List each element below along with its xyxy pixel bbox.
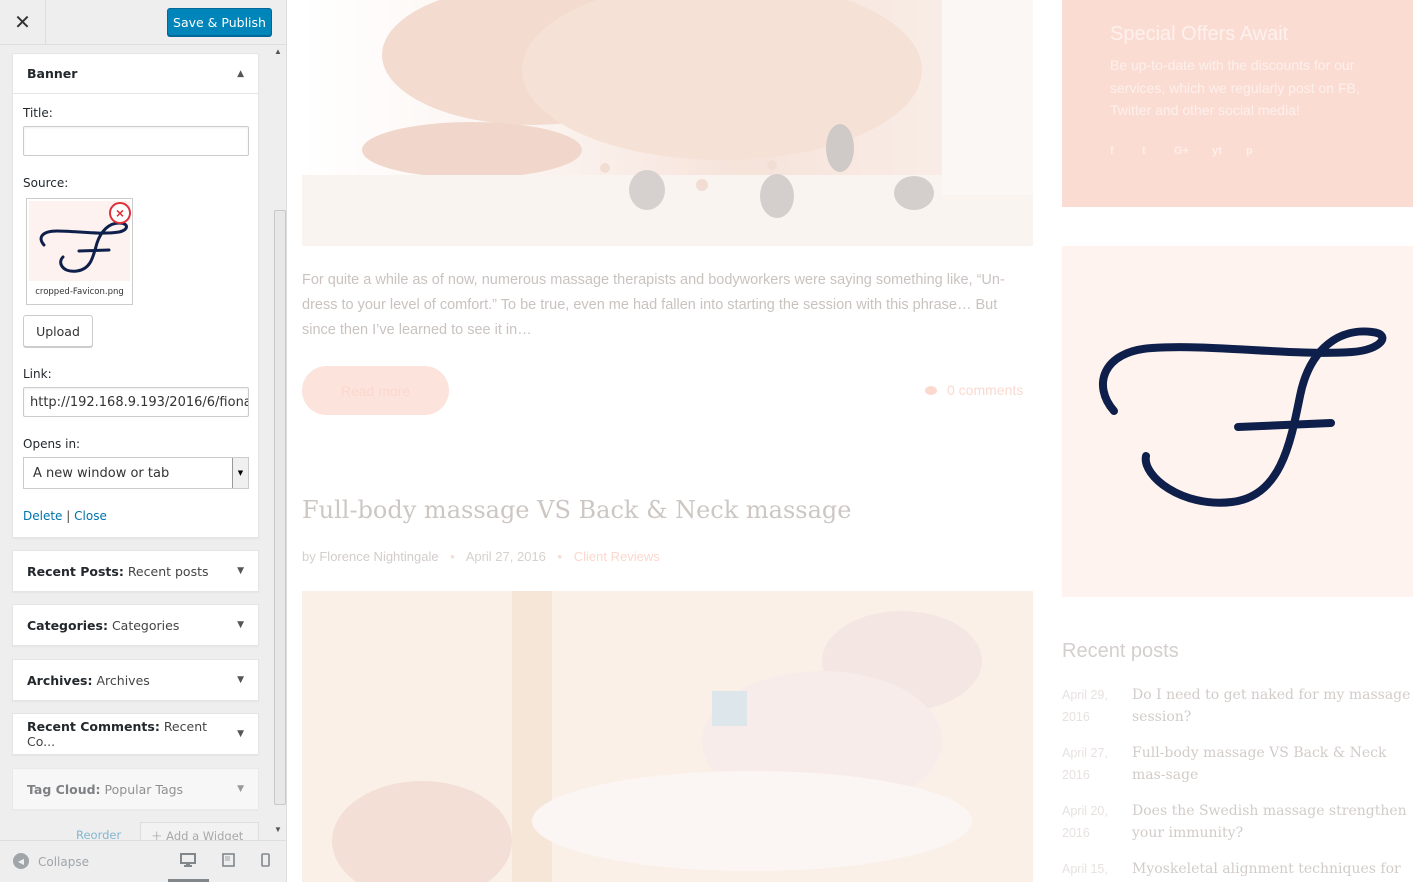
meta-author[interactable]: Florence Nightingale — [319, 549, 438, 564]
customizer-panel: ✕ Save & Publish Banner ▲ Title: Source:… — [0, 0, 287, 882]
opens-in-label: Opens in: — [23, 437, 81, 451]
mobile-preview-icon[interactable] — [261, 853, 270, 871]
expand-arrow-icon[interactable]: ▼ — [237, 620, 244, 630]
banner-widget-actions: Delete | Close — [23, 509, 107, 523]
close-icon[interactable]: ✕ — [0, 0, 46, 45]
meta-dot: • — [450, 549, 455, 564]
recent-post-link[interactable]: Full-body massage VS Back & Neck mas-sag… — [1132, 742, 1412, 786]
google-plus-icon[interactable]: G+ — [1174, 145, 1189, 157]
comments-label: 0 comments — [947, 382, 1024, 398]
read-more-button[interactable]: Read more — [302, 366, 449, 415]
widget-name: Recent Posts: — [27, 563, 124, 579]
recent-post-link[interactable]: Myoskeletal alignment techniques for — [1132, 858, 1412, 880]
panel-header: ✕ Save & Publish — [0, 0, 286, 45]
add-widget-label: Add a Widget — [166, 829, 244, 840]
recent-posts-heading: Recent posts — [1062, 640, 1179, 662]
banner-widget: Banner ▲ Title: Source: cropped-Favicon.… — [12, 53, 259, 538]
comment-bubble-icon — [925, 386, 937, 395]
upload-button[interactable]: Upload — [23, 315, 93, 347]
facebook-icon[interactable]: f — [1110, 145, 1114, 157]
recent-post-date: April 15, — [1062, 862, 1108, 876]
expand-arrow-icon[interactable]: ▼ — [237, 675, 244, 685]
widgets-list: Banner ▲ Title: Source: cropped-Favicon.… — [0, 45, 286, 840]
banner-logo-image[interactable] — [1062, 246, 1413, 597]
scroll-down-icon[interactable]: ▼ — [274, 825, 282, 834]
scroll-up-icon[interactable]: ▲ — [274, 47, 282, 56]
plus-icon: ＋ — [151, 829, 167, 840]
archives-widget[interactable]: Archives: Archives ▼ — [12, 659, 259, 701]
dropdown-arrow-icon[interactable]: ▼ — [232, 458, 248, 488]
offers-text: Be up-to-date with the discounts for our… — [1110, 57, 1360, 118]
expand-arrow-icon[interactable]: ▼ — [237, 729, 244, 739]
close-link[interactable]: Close — [74, 509, 107, 523]
youtube-icon[interactable]: yt — [1212, 145, 1222, 157]
save-publish-button[interactable]: Save & Publish — [167, 8, 272, 36]
desktop-preview-icon[interactable] — [180, 853, 196, 871]
title-field-label: Title: — [23, 106, 53, 120]
link-input[interactable]: http://192.168.9.193/2016/6/fiona — [23, 387, 249, 417]
widget-title: Popular Tags — [104, 781, 184, 797]
meta-date: April 27, 2016 — [465, 549, 546, 564]
post-meta: by Florence Nightingale • April 27, 2016… — [302, 549, 660, 564]
opens-in-select[interactable]: A new window or tab ▼ — [23, 457, 249, 489]
reorder-link[interactable]: Reorder — [76, 828, 121, 840]
actions-separator: | — [66, 509, 71, 523]
delete-link[interactable]: Delete — [23, 509, 62, 523]
collapse-icon[interactable]: ◀ — [13, 853, 29, 869]
comments-count[interactable]: 0 comments — [925, 382, 1023, 398]
source-field-label: Source: — [23, 176, 69, 190]
meta-dot: • — [557, 549, 563, 564]
widget-title: Recent posts — [127, 563, 209, 579]
recent-post-link[interactable]: Does the Swedish massage strengthen your… — [1132, 800, 1412, 844]
collapse-label[interactable]: Collapse — [38, 855, 89, 869]
recent-post-link[interactable]: Do I need to get naked for my massage se… — [1132, 684, 1412, 728]
post-title[interactable]: Full-body massage VS Back & Neck massage — [302, 496, 851, 524]
banner-widget-title: Banner — [27, 66, 78, 81]
pinterest-icon[interactable]: p — [1246, 145, 1253, 157]
collapse-arrow-icon[interactable]: ▲ — [237, 69, 244, 79]
remove-image-icon[interactable]: × — [109, 202, 131, 224]
scrollbar-thumb[interactable] — [274, 210, 286, 805]
expand-arrow-icon[interactable]: ▼ — [237, 784, 244, 794]
offers-title: Special Offers Await — [1110, 23, 1289, 45]
expand-arrow-icon[interactable]: ▼ — [237, 566, 244, 576]
categories-widget[interactable]: Categories: Categories ▼ — [12, 604, 259, 646]
thumbnail-filename: cropped-Favicon.png — [35, 287, 124, 297]
site-preview: For quite a while as of now, numerous ma… — [287, 0, 1427, 882]
tablet-preview-icon[interactable] — [222, 853, 235, 871]
recent-post-date: April 27, 2016 — [1062, 746, 1108, 782]
massage-hero-image[interactable] — [302, 0, 1033, 246]
widget-name: Tag Cloud: — [27, 781, 101, 797]
meta-category[interactable]: Client Reviews — [574, 549, 660, 564]
banner-widget-header[interactable]: Banner ▲ — [13, 54, 258, 94]
title-input[interactable] — [23, 126, 249, 156]
special-offers-box: Special Offers Await Be up-to-date with … — [1062, 0, 1413, 207]
add-widget-button[interactable]: ＋ Add a Widget — [140, 822, 259, 840]
widget-title: Archives — [96, 672, 150, 688]
tag-cloud-widget[interactable]: Tag Cloud: Popular Tags ▼ — [12, 768, 259, 810]
widget-actions-bar: Reorder ＋ Add a Widget — [12, 822, 259, 840]
recent-comments-widget[interactable]: Recent Comments: Recent Co... ▼ — [12, 713, 259, 755]
panel-footer: ◀ Collapse — [0, 840, 286, 882]
widget-title: Categories — [111, 617, 180, 633]
recent-posts-widget[interactable]: Recent Posts: Recent posts ▼ — [12, 550, 259, 592]
post-excerpt: For quite a while as of now, numerous ma… — [302, 272, 1005, 338]
meta-by: by — [302, 549, 316, 564]
panel-scrollbar[interactable]: ▲ ▼ — [272, 45, 286, 840]
link-field-label: Link: — [23, 367, 52, 381]
widget-name: Recent Comments: — [27, 719, 160, 734]
twitter-icon[interactable]: t — [1142, 145, 1146, 157]
opens-in-value: A new window or tab — [33, 465, 170, 481]
recent-post-date: April 29, 2016 — [1062, 688, 1108, 724]
recent-post-date: April 20, 2016 — [1062, 804, 1108, 840]
source-thumbnail: cropped-Favicon.png × — [26, 198, 133, 305]
widget-name: Archives: — [27, 672, 93, 688]
post-featured-image[interactable] — [302, 591, 1033, 882]
widget-name: Categories: — [27, 617, 108, 633]
